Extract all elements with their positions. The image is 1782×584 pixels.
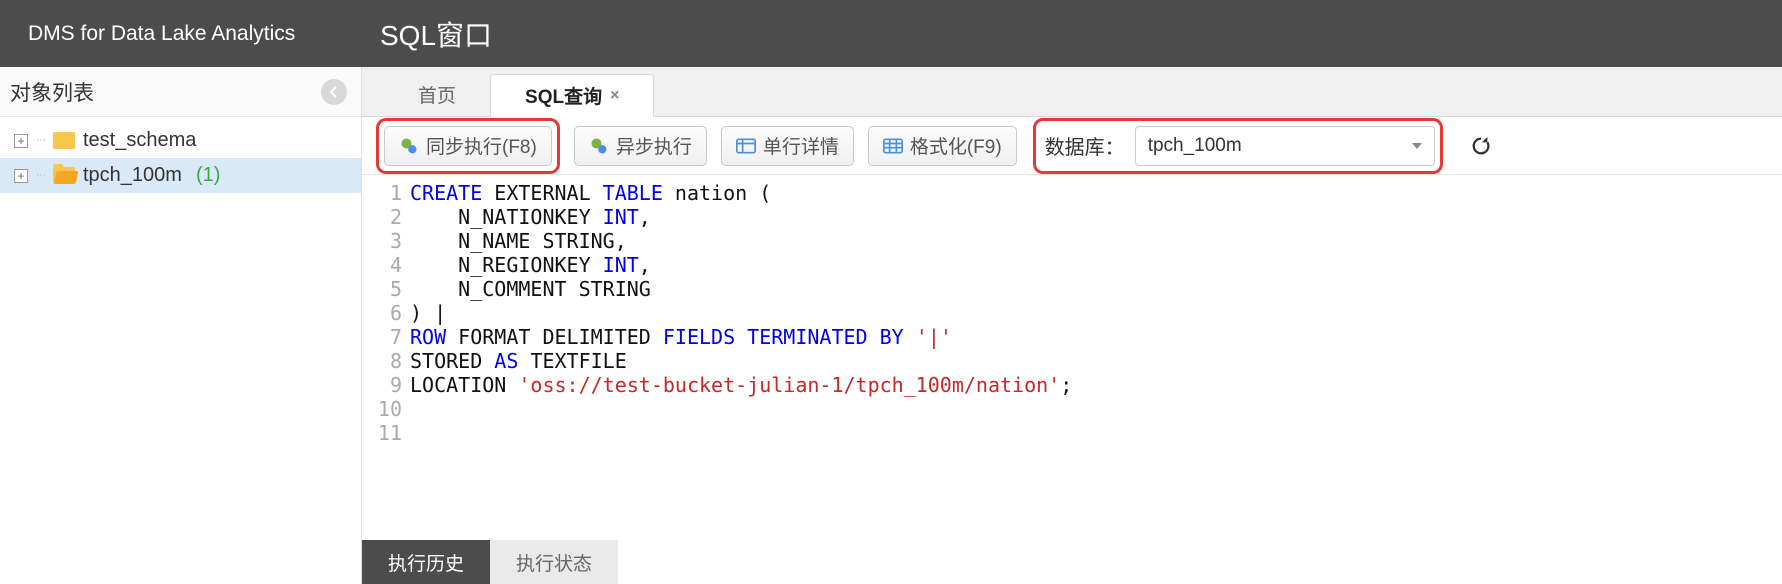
tab-label: SQL查询 — [525, 82, 602, 109]
database-select[interactable]: tpch_100m — [1135, 126, 1435, 166]
editor-tabs: 首页 SQL查询 × — [362, 67, 1782, 117]
line-number: 10 — [362, 397, 402, 421]
tab-SQL查询[interactable]: SQL查询 × — [490, 74, 654, 117]
line-number: 6 — [362, 301, 402, 325]
code-line[interactable] — [410, 397, 1782, 421]
code-line[interactable]: ) | — [410, 301, 1782, 325]
tab-首页[interactable]: 首页 — [384, 73, 490, 116]
line-number: 4 — [362, 253, 402, 277]
code-line[interactable]: ROW FORMAT DELIMITED FIELDS TERMINATED B… — [410, 325, 1782, 349]
sidebar-item-test_schema[interactable]: + ⋯ test_schema — [0, 123, 361, 158]
sidebar-title: 对象列表 — [10, 77, 94, 107]
code-line[interactable]: N_COMMENT STRING — [410, 277, 1782, 301]
line-number: 8 — [362, 349, 402, 373]
gear-run-icon — [589, 136, 609, 156]
result-tabs: 执行历史执行状态 — [362, 540, 1782, 584]
highlight-db-select: 数据库： tpch_100m — [1033, 118, 1443, 174]
close-icon[interactable]: × — [610, 87, 619, 105]
line-number: 9 — [362, 373, 402, 397]
tree-dots-icon: ⋯ — [36, 135, 45, 146]
result-tab-执行状态[interactable]: 执行状态 — [490, 540, 618, 584]
sql-editor[interactable]: 1234567891011 CREATE EXTERNAL TABLE nati… — [362, 175, 1782, 540]
row-detail-label: 单行详情 — [763, 132, 839, 159]
line-number: 1 — [362, 181, 402, 205]
line-number: 7 — [362, 325, 402, 349]
code-line[interactable] — [410, 421, 1782, 445]
database-select-value: tpch_100m — [1148, 135, 1242, 157]
sync-exec-button[interactable]: 同步执行(F8) — [384, 126, 552, 166]
expand-icon[interactable]: + — [14, 169, 28, 183]
format-label: 格式化(F9) — [910, 132, 1002, 159]
folder-icon — [53, 167, 75, 184]
line-number: 11 — [362, 421, 402, 445]
chevron-down-icon — [1412, 143, 1422, 149]
sync-exec-label: 同步执行(F8) — [426, 132, 537, 159]
result-tab-执行历史[interactable]: 执行历史 — [362, 540, 490, 584]
collapse-sidebar-icon[interactable] — [321, 79, 347, 105]
code-line[interactable]: N_NAME STRING, — [410, 229, 1782, 253]
gear-run-icon — [399, 136, 419, 156]
object-tree: + ⋯ test_schema + ⋯ tpch_100m (1) — [0, 117, 361, 193]
code-line[interactable]: CREATE EXTERNAL TABLE nation ( — [410, 181, 1782, 205]
folder-icon — [53, 132, 75, 149]
refresh-button[interactable] — [1463, 128, 1499, 164]
format-button[interactable]: 格式化(F9) — [868, 126, 1017, 166]
code-line[interactable]: N_NATIONKEY INT, — [410, 205, 1782, 229]
table-icon — [883, 138, 903, 154]
code-line[interactable]: LOCATION 'oss://test-bucket-julian-1/tpc… — [410, 373, 1782, 397]
database-label: 数据库： — [1045, 131, 1125, 160]
tree-dots-icon: ⋯ — [36, 170, 45, 181]
brand-title: DMS for Data Lake Analytics — [0, 22, 362, 46]
sidebar-item-tpch_100m[interactable]: + ⋯ tpch_100m (1) — [0, 158, 361, 193]
highlight-sync-exec: 同步执行(F8) — [376, 118, 560, 174]
code-line[interactable]: STORED AS TEXTFILE — [410, 349, 1782, 373]
sidebar: 对象列表 + ⋯ test_schema + ⋯ tpch_100m (1) — [0, 67, 362, 584]
expand-icon[interactable]: + — [14, 134, 28, 148]
line-number: 3 — [362, 229, 402, 253]
refresh-icon — [1470, 135, 1492, 157]
row-detail-button[interactable]: 单行详情 — [721, 126, 854, 166]
code-area[interactable]: CREATE EXTERNAL TABLE nation ( N_NATIONK… — [410, 181, 1782, 540]
async-exec-label: 异步执行 — [616, 132, 692, 159]
line-number: 2 — [362, 205, 402, 229]
main-panel: 首页 SQL查询 × 同步执行(F8) 异步执行 单行详情 格式化(F9) — [362, 67, 1782, 584]
async-exec-button[interactable]: 异步执行 — [574, 126, 707, 166]
page-title: SQL窗口 — [362, 14, 492, 54]
tab-label: 首页 — [418, 81, 456, 108]
tree-item-count: (1) — [196, 164, 220, 187]
app-header: DMS for Data Lake Analytics SQL窗口 — [0, 0, 1782, 67]
line-gutter: 1234567891011 — [362, 181, 410, 540]
code-line[interactable]: N_REGIONKEY INT, — [410, 253, 1782, 277]
tree-item-label: test_schema — [83, 129, 196, 152]
toolbar: 同步执行(F8) 异步执行 单行详情 格式化(F9) 数据库： tpch_100… — [362, 117, 1782, 175]
line-number: 5 — [362, 277, 402, 301]
table-icon — [736, 138, 756, 154]
tree-item-label: tpch_100m — [83, 164, 182, 187]
sidebar-header: 对象列表 — [0, 67, 361, 117]
